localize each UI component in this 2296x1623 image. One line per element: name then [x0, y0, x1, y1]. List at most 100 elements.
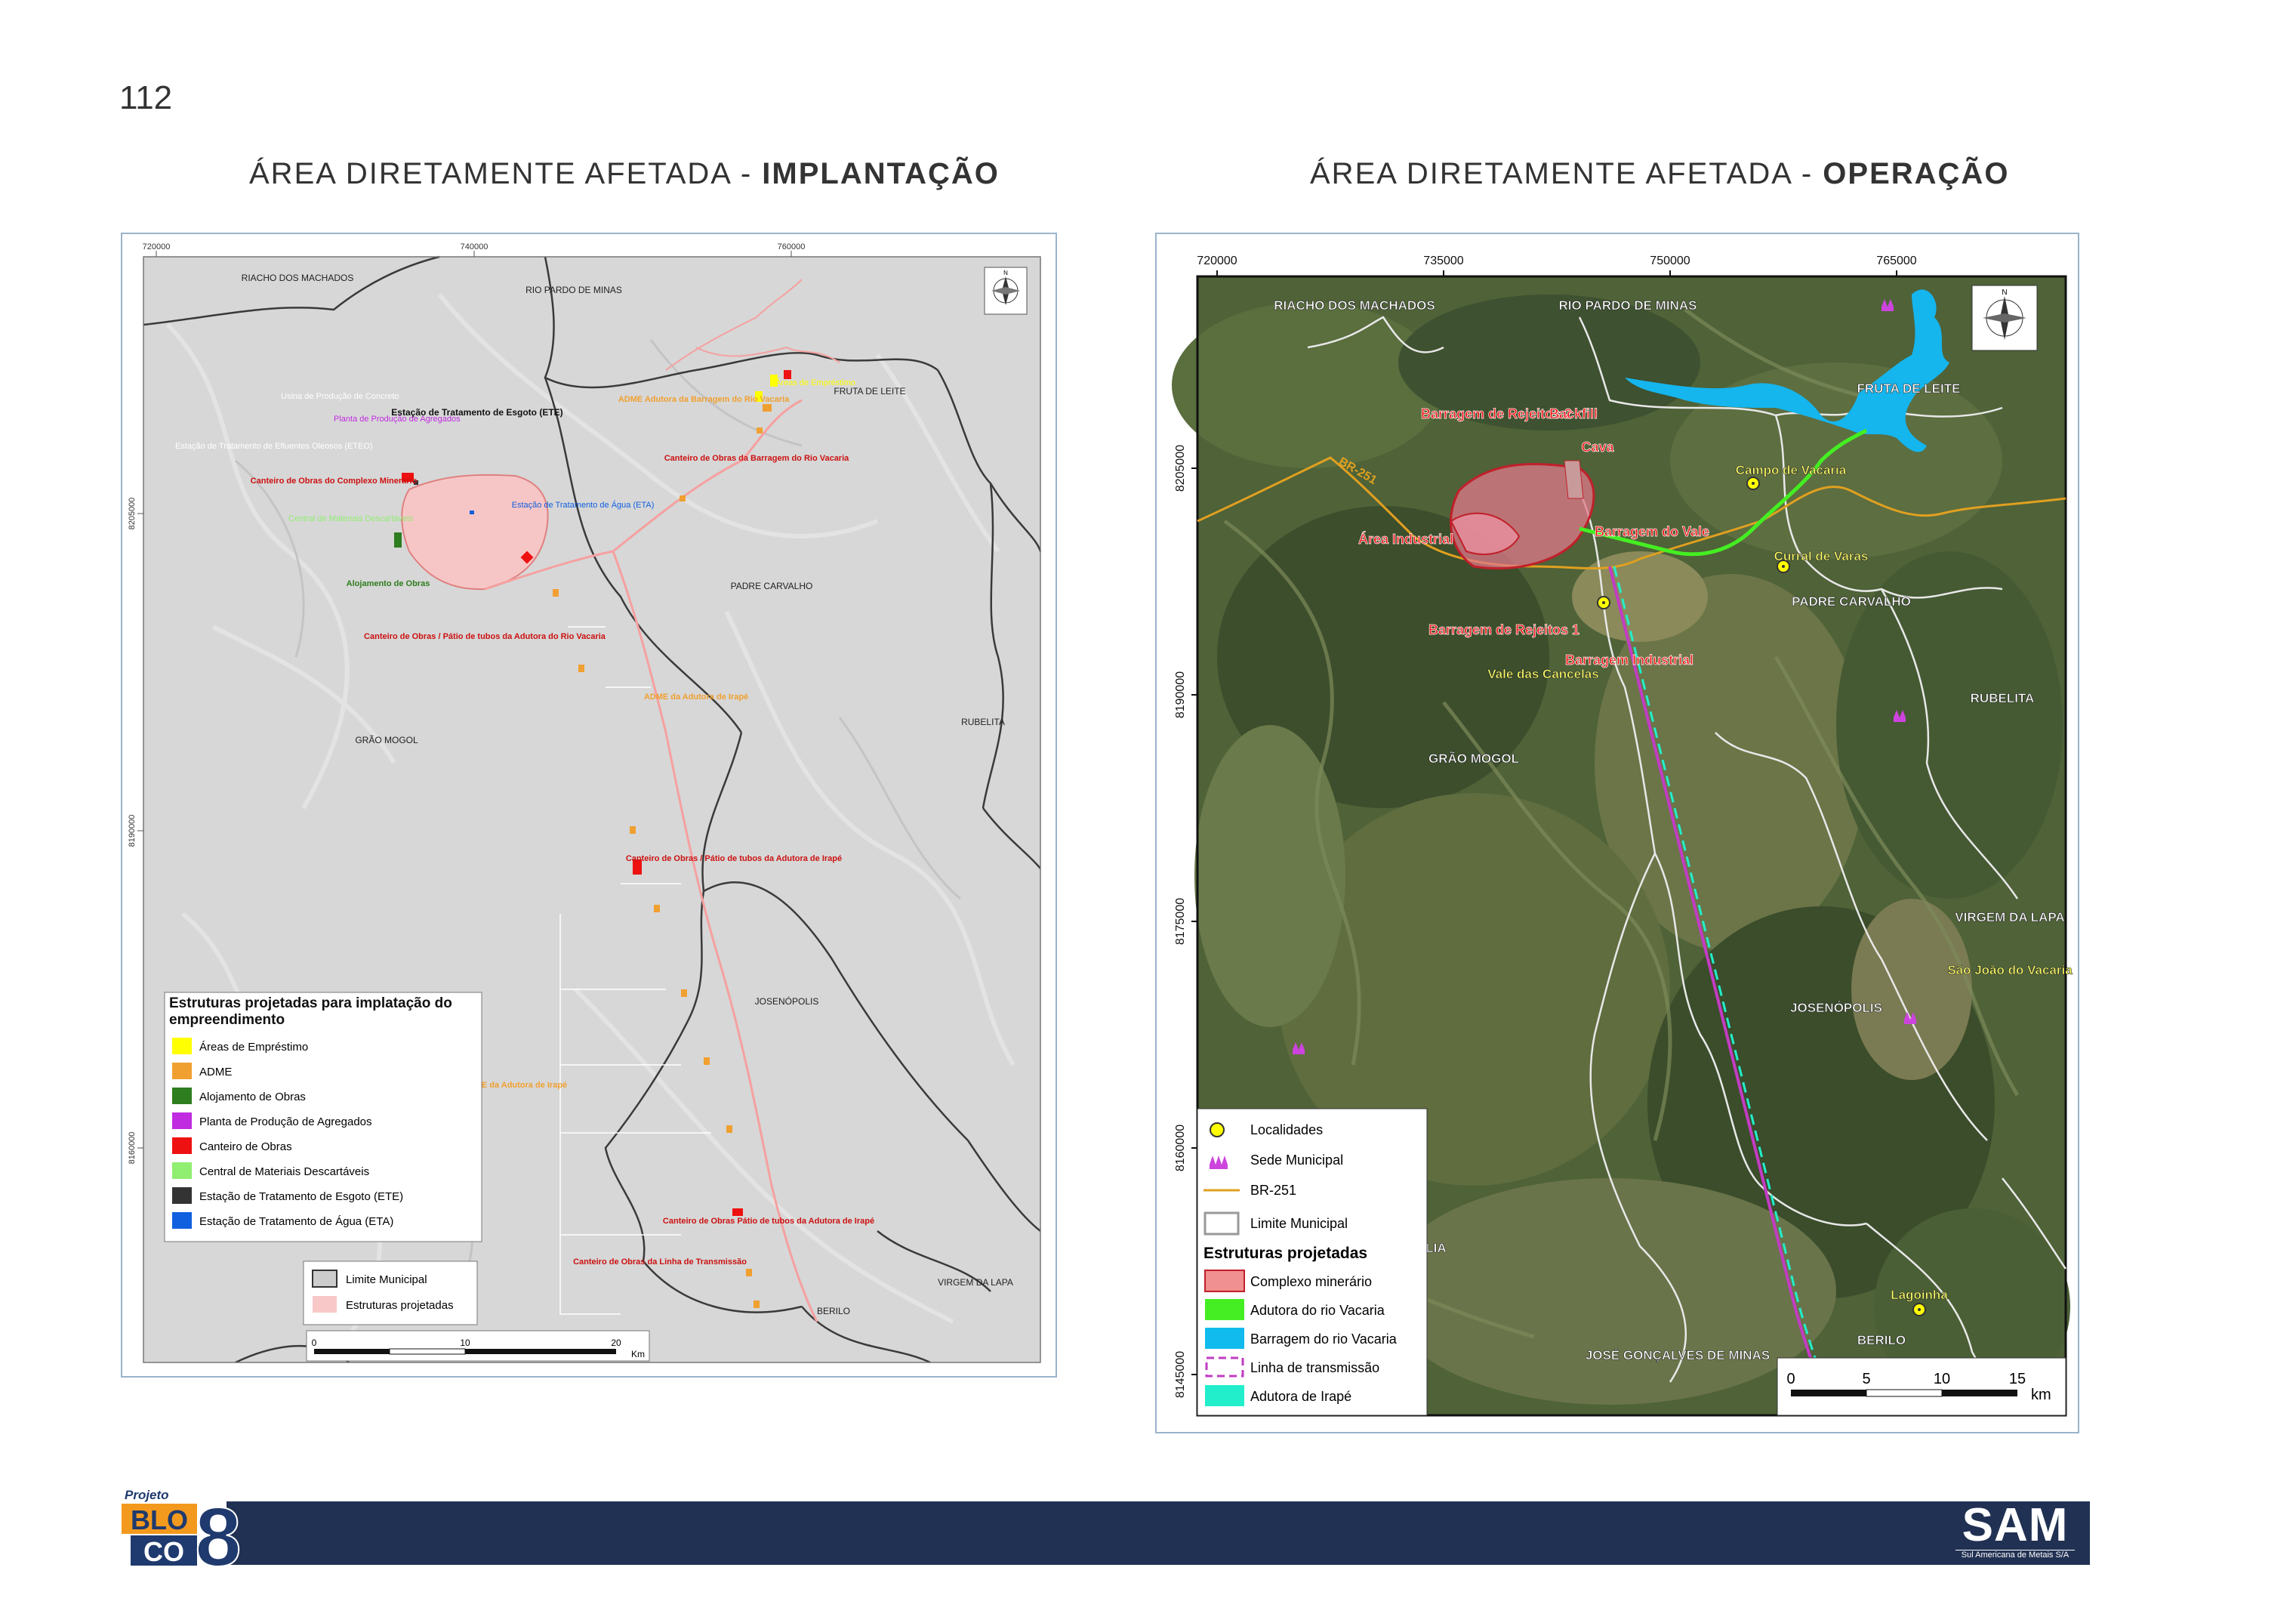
grid-x-label: 720000 [1197, 255, 1237, 267]
title-operacao-prefix: ÁREA DIRETAMENTE AFETADA - [1310, 157, 1823, 190]
label-canteiro-barragem: Canteiro de Obras da Barragem do Rio Vac… [664, 454, 849, 463]
map-operacao[interactable]: 720000 735000 750000 765000 8205000 8190… [1155, 233, 2079, 1433]
sam-logo-word: SAM [1962, 1499, 2069, 1551]
label-adme-barragem: ADME Adutora da Barragem do Rio Vacaria [618, 395, 790, 404]
legend-operacao: Localidades Sede Municipal BR-251 Limite… [1197, 1108, 1428, 1416]
label-eta: Estação de Tratamento de Água (ETA) [512, 500, 655, 510]
structure-label: Barragem de Rejeitos 1 [1428, 622, 1579, 637]
logo-projeto-text: Projeto [125, 1488, 169, 1502]
label-adme-irape-1: ADME da Adutora de Irapé [644, 693, 748, 702]
locality-label: Campo de Vacaria [1736, 463, 1847, 477]
scale-tick: 20 [611, 1338, 621, 1348]
svg-text:N: N [1003, 270, 1008, 276]
municipality-label: RIO PARDO DE MINAS [1559, 298, 1697, 313]
label-canteiro-patio-irape-1: Canteiro de Obras / Pátio de tubos da Ad… [626, 854, 842, 863]
cava-shape [1564, 460, 1584, 499]
legend-swatch-orange [172, 1063, 192, 1079]
structure-label: Cava [1581, 440, 1614, 455]
grid-y-label: 8160000 [128, 1132, 137, 1165]
legend-structures: Estruturas projetadas para implatação do… [164, 992, 482, 1242]
title-operacao: ÁREA DIRETAMENTE AFETADA - OPERAÇÃO [1310, 157, 2009, 191]
legend-item-label: Barragem do rio Vacaria [1250, 1331, 1398, 1347]
scale-tick: 15 [2009, 1371, 2026, 1387]
structure-label: Barragem do Vale [1595, 524, 1709, 539]
legend-item-label: Estação de Tratamento de Água (ETA) [199, 1215, 393, 1228]
label-canteiro-linha: Canteiro de Obras da Linha de Transmissã… [573, 1257, 747, 1267]
label-canteiro-complexo: Canteiro de Obras do Complexo Minerário [251, 477, 418, 486]
sam-logo: SAM Sul Americana de Metais S/A [1945, 1501, 2085, 1565]
structure-label: Área Industrial [1358, 531, 1453, 547]
label-usina: Usina de Produção de Concreto [281, 392, 399, 401]
legend-item-label: Localidades [1250, 1122, 1323, 1137]
scale-tick: 5 [1862, 1371, 1870, 1387]
grid-x-label: 740000 [461, 242, 488, 251]
grid-y-label: 8190000 [1174, 671, 1187, 718]
legend-limits: Limite Municipal Estruturas projetadas [303, 1260, 478, 1325]
legend-item-label: Alojamento de Obras [199, 1091, 306, 1103]
legend-swatch-complexo [1204, 1270, 1245, 1292]
legend-swatch-irape [1205, 1385, 1244, 1406]
locality-label: São João do Vacaria [1947, 963, 2073, 977]
legend-swatch-darkgreen [172, 1088, 192, 1104]
municipality-label: JOSÉ GONÇALVES DE MINAS [1586, 1348, 1770, 1362]
grid-x-label: 735000 [1423, 255, 1463, 267]
legend-locality-icon [1210, 1122, 1225, 1137]
scale-bar: 0 10 20 Km [306, 1330, 650, 1362]
grid-y-label: 8190000 [128, 815, 137, 847]
legend-swatch-adutora-vacaria [1205, 1299, 1244, 1320]
legend-swatch-red [172, 1137, 192, 1154]
legend-estruturas-label: Estruturas projetadas [346, 1299, 454, 1312]
scale-unit: km [2031, 1387, 2051, 1403]
municipality-label: RIACHO DOS MACHADOS [1274, 298, 1435, 313]
structure-label: Backfill [1549, 406, 1598, 421]
municipality-label: JOSENÓPOLIS [755, 995, 819, 1007]
label-central: Central de Materiais Descartáveis [288, 514, 414, 523]
label-ete: Estação de Tratamento de Esgoto (ETE) [391, 407, 562, 418]
svg-text:N: N [2002, 288, 2007, 297]
scale-tick: 0 [1786, 1371, 1795, 1387]
label-canteiro-patio-irape-2: Canteiro de Obras Pátio de tubos da Adut… [663, 1217, 874, 1226]
grid-x-label: 760000 [778, 242, 806, 251]
logo-blo-text: BLO [131, 1504, 188, 1535]
municipality-label: PADRE CARVALHO [731, 581, 813, 591]
grid-x-label: 720000 [143, 242, 171, 251]
legend-swatch-yellow [172, 1038, 192, 1054]
label-alojamento: Alojamento de Obras [347, 579, 430, 588]
label-eteo: Estação de Tratamento de Efluentes Oleos… [175, 442, 373, 451]
legend-item-label: BR-251 [1250, 1183, 1296, 1198]
grid-x-label: 750000 [1650, 255, 1690, 267]
grid-y-label: 8205000 [1174, 445, 1187, 492]
legend-limite-label: Limite Municipal [346, 1273, 427, 1286]
compass-rose-icon: N [1971, 285, 2038, 351]
grid-y-label: 8160000 [1174, 1125, 1187, 1171]
municipality-label: RUBELITA [1971, 691, 2035, 705]
grid-y-label: 8175000 [1174, 898, 1187, 945]
legend-limit-icon [1203, 1211, 1240, 1236]
legend-seat-icon [1210, 1156, 1228, 1169]
title-operacao-bold: OPERAÇÃO [1823, 157, 2010, 190]
label-areas-emprestimo: Áreas de Empréstimo [775, 378, 855, 387]
municipality-label: BERILO [817, 1306, 850, 1316]
locality-label: Lagoinha [1891, 1288, 1948, 1302]
scale-tick: 10 [460, 1338, 470, 1348]
municipality-label: FRUTA DE LEITE [1857, 381, 1961, 396]
legend-item-label: Planta de Produção de Agregados [199, 1115, 372, 1128]
legend-swatch-dark [172, 1187, 192, 1204]
map-implantacao-canvas: 720000 740000 760000 8205000 8190000 816… [128, 242, 1042, 1364]
title-implantacao: ÁREA DIRETAMENTE AFETADA - IMPLANTAÇÃO [249, 157, 1000, 191]
map-implantacao[interactable]: 720000 740000 760000 8205000 8190000 816… [121, 233, 1057, 1378]
title-implantacao-prefix: ÁREA DIRETAMENTE AFETADA - [249, 157, 763, 190]
municipality-label: VIRGEM DA LAPA [1955, 910, 2064, 924]
municipality-label: PADRE CARVALHO [1792, 594, 1911, 609]
scale-unit: Km [631, 1349, 645, 1359]
locality-label: Curral de Varas [1774, 549, 1869, 563]
legend-item-label: Estação de Tratamento de Esgoto (ETE) [199, 1190, 403, 1203]
municipality-label: GRÃO MOGOL [355, 735, 418, 745]
municipality-label: RUBELITA [961, 717, 1005, 727]
municipality-label: JOSENÓPOLIS [1790, 1001, 1882, 1015]
legend-item-label: Sede Municipal [1250, 1152, 1343, 1168]
legend-item-label: Adutora do rio Vacaria [1250, 1303, 1385, 1318]
label-canteiro-patio-vacaria: Canteiro de Obras / Pátio de tubos da Ad… [364, 632, 606, 641]
logo-number-8: 8 [195, 1491, 241, 1573]
legend-swatch-lightgreen [172, 1162, 192, 1179]
